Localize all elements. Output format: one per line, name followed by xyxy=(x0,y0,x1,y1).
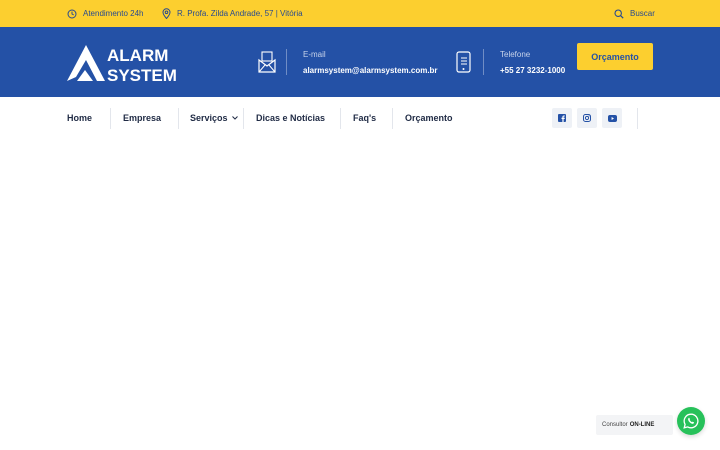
whatsapp-label-prefix: Consultor xyxy=(602,422,628,428)
nav-divider xyxy=(392,108,393,129)
email-divider xyxy=(286,49,287,75)
nav-servicos[interactable]: Serviços xyxy=(190,97,238,138)
nav-divider xyxy=(637,108,638,129)
top-bar: Atendimento 24h R. Profa. Zilda Andrade,… xyxy=(0,0,720,27)
search-label: Buscar xyxy=(630,9,655,18)
whatsapp-icon xyxy=(683,413,699,429)
address-text: R. Profa. Zilda Andrade, 57 | Vitória xyxy=(177,9,303,18)
search-link[interactable]: Buscar xyxy=(614,0,655,27)
phone-contact: Telefone +55 27 3232-1000 xyxy=(455,27,565,97)
nav-home[interactable]: Home xyxy=(67,97,92,138)
envelope-icon xyxy=(258,51,276,73)
email-value[interactable]: alarmsystem@alarmsystem.com.br xyxy=(303,66,438,75)
mobile-phone-icon xyxy=(456,51,471,73)
facebook-icon xyxy=(558,114,566,122)
logo-line1: ALARM xyxy=(107,46,168,65)
address-info: R. Profa. Zilda Andrade, 57 | Vitória xyxy=(162,0,303,27)
nav-divider xyxy=(178,108,179,129)
whatsapp-label-status: ON-LINE xyxy=(629,422,655,428)
search-icon xyxy=(614,8,624,19)
whatsapp-status-label[interactable]: Consultor ON-LINE xyxy=(596,415,673,435)
youtube-link[interactable] xyxy=(602,108,622,128)
hours-text: Atendimento 24h xyxy=(83,9,144,18)
nav-servicos-label: Serviços xyxy=(190,112,228,123)
youtube-icon xyxy=(607,114,617,122)
alarm-system-logo[interactable]: ALARM SYSTEM xyxy=(67,43,187,83)
facebook-link[interactable] xyxy=(552,108,572,128)
instagram-link[interactable] xyxy=(577,108,597,128)
chevron-down-icon xyxy=(231,115,238,120)
email-label: E-mail xyxy=(303,49,326,59)
whatsapp-button[interactable] xyxy=(677,407,705,435)
instagram-icon xyxy=(583,114,591,122)
clock-icon xyxy=(67,9,77,18)
nav-faqs[interactable]: Faq's xyxy=(353,97,376,138)
quote-button[interactable]: Orçamento xyxy=(577,43,653,70)
header: ALARM SYSTEM E-mail alarmsystem@alarmsys… xyxy=(0,27,720,97)
map-pin-icon xyxy=(162,8,171,19)
logo-line2: SYSTEM xyxy=(107,66,177,83)
nav-divider xyxy=(110,108,111,129)
nav-orcamento[interactable]: Orçamento xyxy=(405,97,453,138)
nav-empresa[interactable]: Empresa xyxy=(123,97,161,138)
phone-label: Telefone xyxy=(500,49,531,59)
phone-divider xyxy=(483,49,484,75)
nav-dicas-noticias[interactable]: Dicas e Notícias xyxy=(256,97,325,138)
email-contact: E-mail alarmsystem@alarmsystem.com.br xyxy=(258,27,438,97)
phone-value[interactable]: +55 27 3232-1000 xyxy=(500,66,565,75)
nav-divider xyxy=(340,108,341,129)
hours-info: Atendimento 24h xyxy=(67,0,144,27)
nav-divider xyxy=(243,108,244,129)
main-nav: Home Empresa Serviços Dicas e Notícias F… xyxy=(0,97,720,138)
